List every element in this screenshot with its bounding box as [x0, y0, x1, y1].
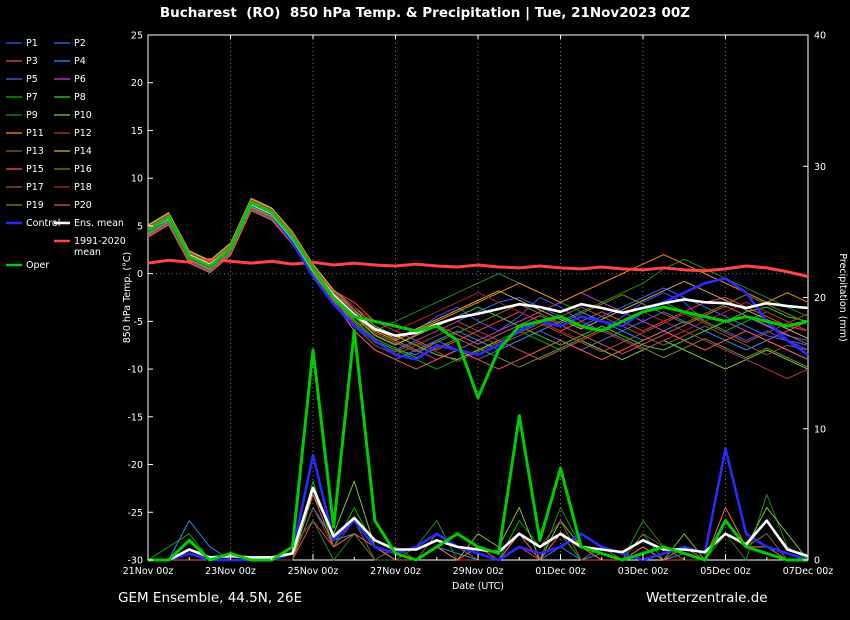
right-axis-title: Precipitation (mm)	[837, 253, 848, 341]
right-tick-label: 30	[814, 162, 826, 173]
legend-label: P18	[74, 182, 92, 193]
legend-label: Ens. mean	[74, 218, 124, 229]
legend-label: P14	[74, 146, 92, 157]
temp-series-P15	[148, 211, 808, 369]
legend-label: P9	[26, 110, 38, 121]
left-tick-label: -15	[127, 412, 143, 423]
legend-item-P8: P8	[54, 92, 86, 103]
precip-series-Oper	[148, 330, 808, 560]
left-tick-label: -10	[127, 365, 143, 376]
x-tick-label: 25Nov 00z	[288, 566, 339, 577]
legend-label: P13	[26, 146, 44, 157]
legend-label: P2	[74, 38, 86, 49]
legend-item-P15: P15	[6, 164, 44, 175]
legend-label: P20	[74, 200, 92, 211]
x-tick-label: 03Dec 00z	[618, 566, 669, 577]
legend-item-P2: P2	[54, 38, 86, 49]
legend-item-P10: P10	[54, 110, 92, 121]
right-tick-label: 10	[814, 424, 826, 435]
legend-item-P14: P14	[54, 146, 92, 157]
legend-label: P19	[26, 200, 44, 211]
right-tick-label: 0	[814, 556, 820, 567]
legend-item-Ens. mean: Ens. mean	[54, 218, 124, 229]
chart-svg: 25 20 15 10 5 0 -5 -10 -15 -20 -25 -30 40 30 20 10 0 21No…	[0, 0, 850, 620]
right-tick-label: 40	[814, 31, 826, 42]
legend-item-P3: P3	[6, 56, 38, 67]
x-tick-label: 01Dec 00z	[535, 566, 586, 577]
left-tick-label: 0	[137, 269, 143, 280]
legend-label: P3	[26, 56, 38, 67]
right-tick-label: 20	[814, 293, 826, 304]
legend-label: P12	[74, 128, 92, 139]
legend-item-P12: P12	[54, 128, 92, 139]
temp-series-Control	[148, 205, 808, 360]
legend-item-P4: P4	[54, 56, 86, 67]
legend-label: P1	[26, 38, 38, 49]
temp-series-P5	[148, 210, 808, 360]
x-tick-label: 21Nov 00z	[123, 566, 174, 577]
model-info-label: GEM Ensemble, 44.5N, 26E	[118, 590, 302, 606]
legend-item-P6: P6	[54, 74, 86, 85]
x-tick-label: 05Dec 00z	[700, 566, 751, 577]
left-axis-title: 850 hPa Temp. (°C)	[122, 252, 133, 343]
legend-label: P16	[74, 164, 92, 175]
legend-label: P10	[74, 110, 92, 121]
x-tick-label: 07Dec 00z	[783, 566, 834, 577]
legend-label: P6	[74, 74, 86, 85]
legend-label: P11	[26, 128, 44, 139]
legend-label: 1991-2020	[74, 236, 126, 247]
left-tick-label: 10	[131, 174, 143, 185]
legend-item-P20: P20	[54, 200, 92, 211]
left-tick-label: 25	[131, 31, 143, 42]
legend-label: P8	[74, 92, 86, 103]
legend-item-1991-2020 mean: 1991-2020mean	[54, 236, 126, 258]
branding-label: Wetterzentrale.de	[646, 590, 768, 606]
left-tick-label: 20	[131, 78, 143, 89]
x-tick-label: 27Nov 00z	[370, 566, 421, 577]
legend-item-P11: P11	[6, 128, 44, 139]
legend-item-P19: P19	[6, 200, 44, 211]
left-tick-label: -20	[127, 460, 143, 471]
legend-label: P4	[74, 56, 86, 67]
legend: P1 P2 P3 P4 P5 P6 P7 P8 P9 P10 P11 P12 P13 P14 P15 P16 P…	[6, 38, 126, 271]
legend-item-P16: P16	[54, 164, 92, 175]
x-tick-label: 23Nov 00z	[205, 566, 256, 577]
legend-item-P1: P1	[6, 38, 38, 49]
legend-item-Control: Control	[6, 218, 60, 229]
left-tick-label: -25	[127, 508, 143, 519]
left-tick-label: -30	[127, 556, 143, 567]
legend-item-P18: P18	[54, 182, 92, 193]
legend-item-P13: P13	[6, 146, 44, 157]
legend-item-P5: P5	[6, 74, 38, 85]
legend-item-P9: P9	[6, 110, 38, 121]
legend-label: P17	[26, 182, 44, 193]
left-tick-label: -5	[134, 317, 143, 328]
legend-item-P17: P17	[6, 182, 44, 193]
legend-item-P7: P7	[6, 92, 38, 103]
x-tick-label: 29Nov 00z	[453, 566, 504, 577]
legend-label: P15	[26, 164, 44, 175]
legend-label: P7	[26, 92, 38, 103]
plot-border	[148, 35, 808, 560]
left-tick-label: 15	[131, 126, 143, 137]
left-tick-label: 5	[137, 221, 143, 232]
legend-label: mean	[74, 247, 101, 258]
gridlines	[148, 35, 808, 560]
temp-series-P11	[148, 207, 808, 341]
x-axis-title: Date (UTC)	[452, 581, 504, 592]
legend-label: P5	[26, 74, 38, 85]
legend-label: Oper	[26, 260, 49, 271]
legend-item-Oper: Oper	[6, 260, 49, 271]
